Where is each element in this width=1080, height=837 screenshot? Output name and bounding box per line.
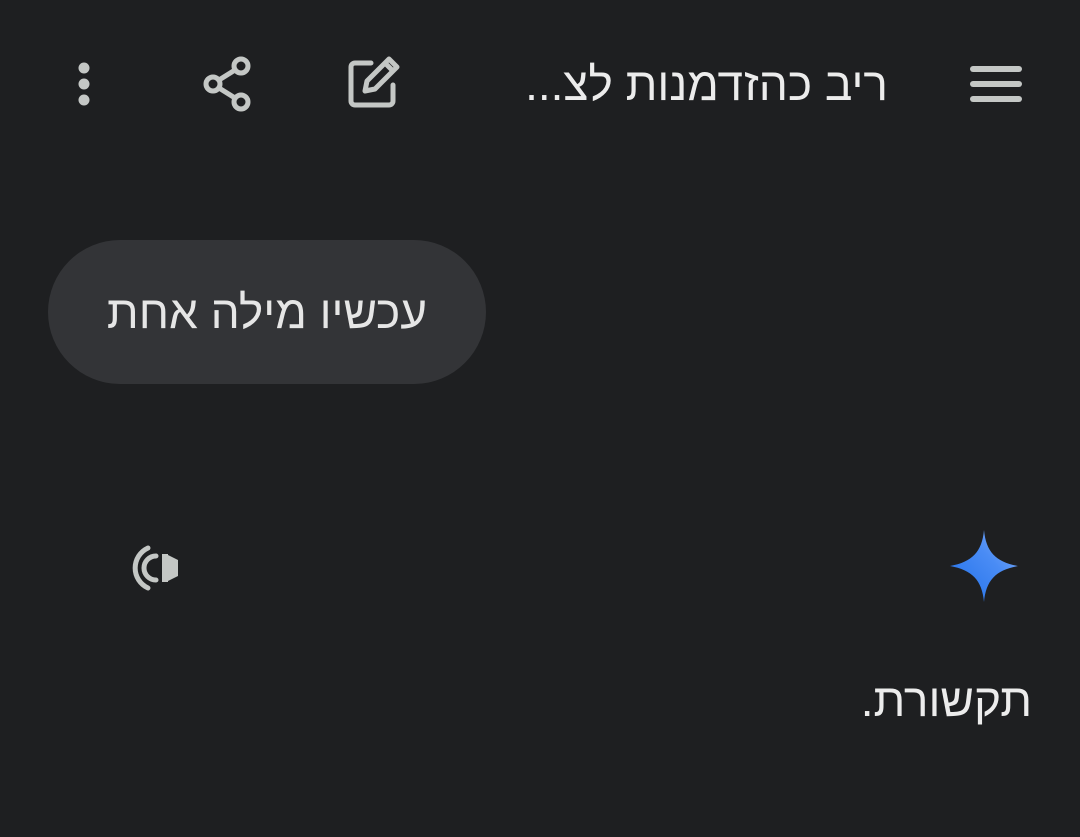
menu-icon — [970, 66, 1022, 102]
conversation-title[interactable]: ריב כהזדמנות לצ... — [440, 52, 888, 116]
edit-icon — [348, 56, 400, 108]
gemini-spark-icon — [950, 530, 1018, 602]
read-aloud-button[interactable] — [118, 538, 198, 598]
new-chat-button[interactable] — [330, 42, 416, 124]
assistant-header — [0, 520, 1080, 620]
user-message-bubble[interactable]: עכשיו מילה אחת — [48, 240, 486, 384]
share-icon — [203, 56, 251, 112]
menu-button[interactable] — [952, 48, 1040, 120]
assistant-response-text: תקשורת. — [860, 674, 1032, 726]
more-options-button[interactable] — [50, 44, 118, 124]
speaker-icon — [132, 545, 178, 591]
user-message-text: עכשיו מילה אחת — [106, 286, 428, 338]
share-button[interactable] — [184, 42, 270, 126]
more-vert-icon — [78, 62, 90, 106]
top-bar: ריב כהזדמנות לצ... — [0, 0, 1080, 170]
chat-screen: ריב כהזדמנות לצ... עכשיו מילה אחת תקשורת… — [0, 0, 1080, 837]
